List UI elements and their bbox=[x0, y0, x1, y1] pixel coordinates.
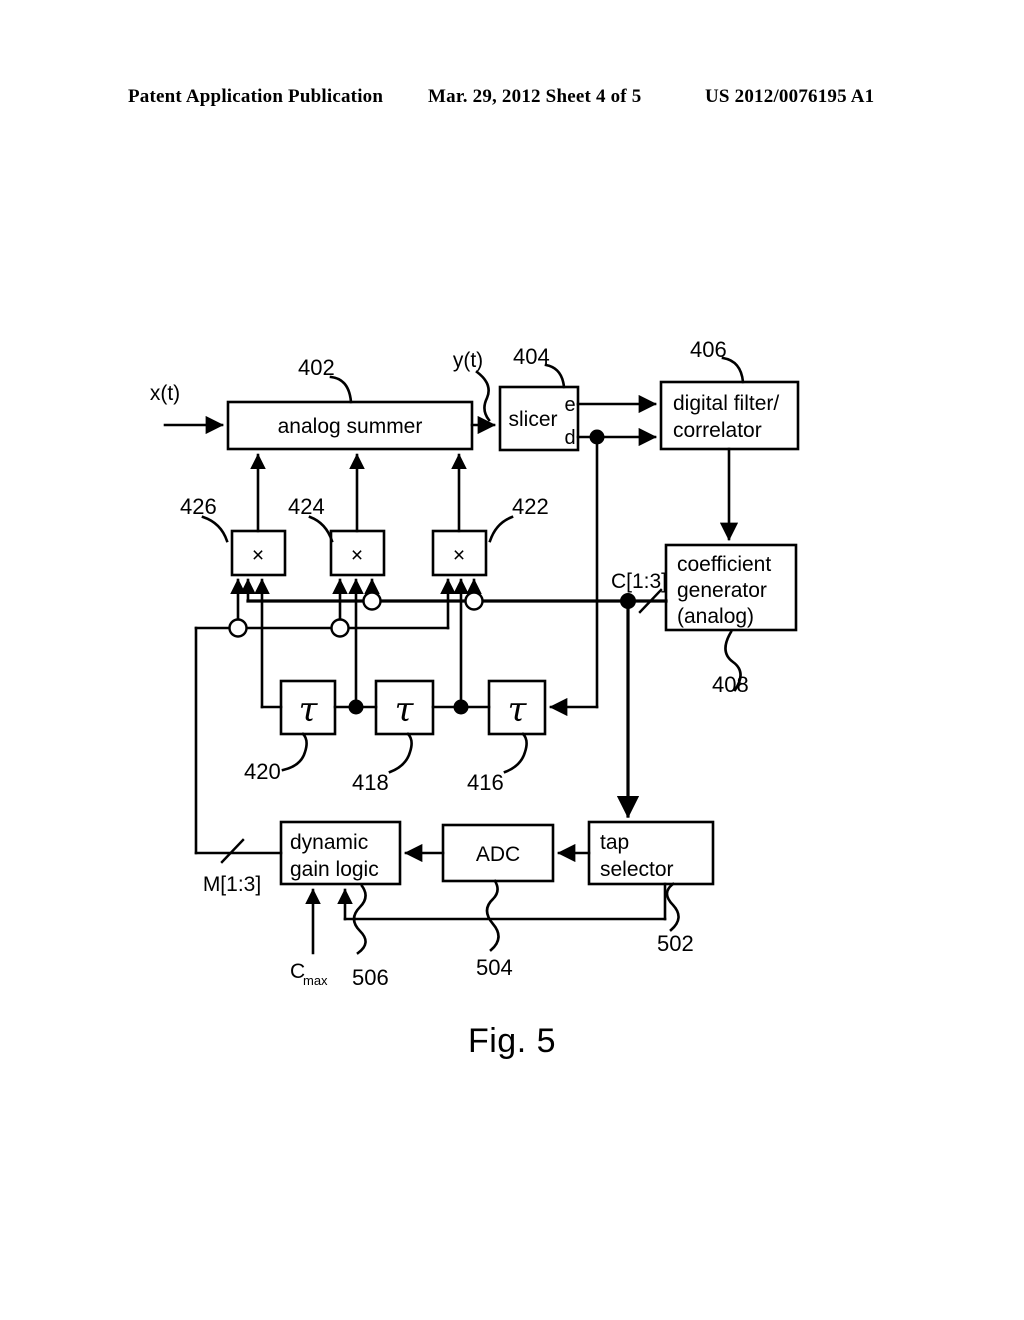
junction-dot-c-bus bbox=[620, 593, 636, 609]
ref-406: 406 bbox=[690, 337, 727, 362]
label-slicer-port-d: d bbox=[564, 427, 575, 449]
figure-caption: Fig. 5 bbox=[467, 1022, 557, 1060]
ref-424: 424 bbox=[288, 494, 325, 519]
label-bus-c: C[1:3] bbox=[611, 570, 667, 593]
leader-yt bbox=[475, 370, 491, 422]
label-signal-yt: y(t) bbox=[453, 349, 483, 372]
label-coefgen-line3: (analog) bbox=[677, 605, 754, 628]
junction-dots bbox=[348, 429, 636, 715]
label-multiplier-424: × bbox=[351, 544, 363, 567]
label-dgl-line2: gain logic bbox=[290, 858, 379, 881]
leader-426 bbox=[201, 515, 229, 543]
ref-416: 416 bbox=[467, 770, 504, 795]
label-slicer: slicer bbox=[508, 408, 557, 431]
leader-422 bbox=[488, 515, 514, 543]
ref-426: 426 bbox=[180, 494, 217, 519]
label-adc: ADC bbox=[476, 843, 520, 866]
ref-504: 504 bbox=[476, 955, 513, 980]
wire-crossing-1 bbox=[228, 618, 248, 638]
leader-424 bbox=[308, 515, 334, 543]
label-digital-filter-line2: correlator bbox=[673, 419, 762, 442]
ref-418: 418 bbox=[352, 770, 389, 795]
ref-420: 420 bbox=[244, 759, 281, 784]
wire-crossing-2 bbox=[330, 618, 350, 638]
ref-506: 506 bbox=[352, 965, 389, 990]
label-multiplier-422: × bbox=[453, 544, 465, 567]
bus-slash-m bbox=[220, 838, 245, 864]
label-analog-summer: analog summer bbox=[278, 415, 423, 438]
leader-504 bbox=[485, 879, 500, 952]
leader-420 bbox=[281, 732, 308, 772]
label-signal-cmax-subscript: max bbox=[303, 973, 328, 988]
leader-502 bbox=[665, 882, 680, 932]
label-dgl-line1: dynamic bbox=[290, 831, 368, 854]
label-bus-m: M[1:3] bbox=[203, 873, 261, 896]
label-coefgen-line1: coefficient bbox=[677, 553, 771, 576]
label-delay-420: τ bbox=[299, 690, 319, 730]
label-signal-xt: x(t) bbox=[150, 382, 180, 405]
junction-dot-slicer-d bbox=[589, 429, 605, 445]
label-multiplier-426: × bbox=[252, 544, 264, 567]
junction-dot-delay418-out bbox=[453, 699, 469, 715]
label-slicer-port-e: e bbox=[564, 394, 575, 416]
leader-416 bbox=[503, 732, 528, 774]
ref-402: 402 bbox=[298, 355, 335, 380]
wire-crossing-3 bbox=[362, 591, 382, 611]
ref-502: 502 bbox=[657, 931, 694, 956]
label-coefgen-line2: generator bbox=[677, 579, 767, 602]
label-tap-selector-line2: selector bbox=[600, 858, 674, 881]
leader-402 bbox=[329, 375, 353, 404]
ref-408: 408 bbox=[712, 672, 749, 697]
ref-404: 404 bbox=[513, 344, 550, 369]
label-digital-filter-line1: digital filter/ bbox=[673, 392, 779, 415]
ref-422: 422 bbox=[512, 494, 549, 519]
patent-figure: analog summer slicer e d digital filter/… bbox=[0, 0, 1024, 1320]
junction-dot-delay420-out bbox=[348, 699, 364, 715]
leader-418 bbox=[388, 732, 413, 774]
label-tap-selector-line1: tap bbox=[600, 831, 629, 854]
label-delay-418: τ bbox=[395, 690, 415, 730]
wire-crossing-4 bbox=[464, 591, 484, 611]
label-delay-416: τ bbox=[508, 690, 528, 730]
